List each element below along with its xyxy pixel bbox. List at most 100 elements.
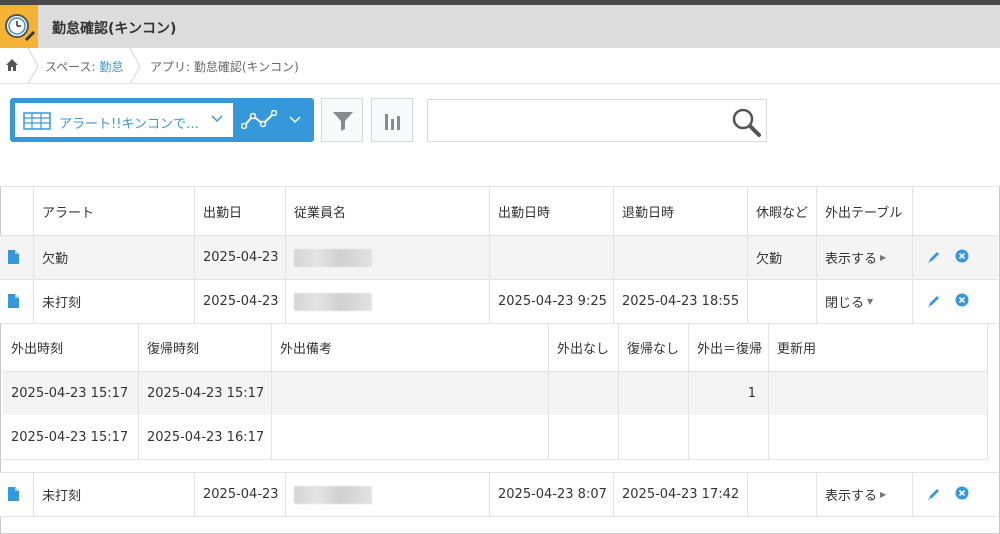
sub-cell-no-return xyxy=(618,372,688,415)
pencil-icon[interactable] xyxy=(927,487,941,501)
caret-down-icon: ▼ xyxy=(867,297,874,306)
breadcrumb: スペース: 勤怠 アプリ: 勤怠確認(キンコン) xyxy=(0,48,1000,84)
sub-cell-out-time: 2025-04-23 15:17 xyxy=(11,429,129,445)
outing-subtable: 外出時刻 復帰時刻 外出備考 外出なし 復帰なし 外出＝復帰 更新用 2025-… xyxy=(3,324,988,460)
home-icon[interactable] xyxy=(5,58,19,72)
cell-outing-toggle[interactable]: 表示する ▶ xyxy=(816,236,912,279)
cell-outing-toggle[interactable]: 閉じる ▼ xyxy=(816,280,912,323)
cell-actions xyxy=(912,280,998,323)
divider xyxy=(3,459,988,460)
cell-clock-in: 2025-04-23 9:25 xyxy=(489,280,613,323)
record-detail-icon[interactable] xyxy=(8,487,19,501)
search-input[interactable] xyxy=(436,110,716,132)
column-header-clock-in[interactable]: 出勤日時 xyxy=(489,187,613,236)
sub-cell-same: 1 xyxy=(688,372,768,415)
cell-clock-out: 2025-04-23 18:55 xyxy=(613,280,747,323)
bar-chart-icon xyxy=(385,114,400,130)
breadcrumb-space-link[interactable]: 勤怠 xyxy=(99,60,123,74)
cell-clock-in: 2025-04-23 8:07 xyxy=(489,473,613,516)
cell-leave xyxy=(747,280,816,323)
column-header-outing-table[interactable]: 外出テーブル xyxy=(816,187,912,236)
sub-cell-out-time: 2025-04-23 15:17 xyxy=(11,386,129,401)
column-header-date[interactable]: 出勤日 xyxy=(194,187,285,236)
subtable-row: 2025-04-23 15:17 2025-04-23 15:17 1 xyxy=(3,372,988,415)
delete-icon[interactable] xyxy=(955,293,969,307)
view-selector-box[interactable]: アラート!!キンコンで… xyxy=(14,102,237,138)
cell-employee xyxy=(285,236,489,279)
show-outing-toggle[interactable]: 表示する ▶ xyxy=(825,485,886,504)
subtable-header-update: 更新用 xyxy=(768,324,988,371)
blurred-employee-name xyxy=(294,292,372,311)
sub-cell-no-out xyxy=(548,415,618,459)
table-view-icon xyxy=(23,112,51,130)
column-header-alert[interactable]: アラート xyxy=(33,187,194,236)
sub-cell-note xyxy=(271,415,548,459)
graph-button[interactable] xyxy=(371,98,413,142)
cell-clock-out: 2025-04-23 17:42 xyxy=(613,473,747,516)
blurred-employee-name xyxy=(294,485,372,504)
pencil-icon[interactable] xyxy=(927,250,941,264)
show-outing-toggle[interactable]: 表示する ▶ xyxy=(825,248,886,267)
delete-icon[interactable] xyxy=(955,486,969,500)
filter-button[interactable] xyxy=(321,98,363,142)
table-row[interactable]: 未打刻 2025-04-23 2025-04-23 8:07 2025-04-2… xyxy=(0,473,998,516)
record-detail-icon[interactable] xyxy=(8,250,19,264)
breadcrumb-space[interactable]: スペース: 勤怠 xyxy=(45,58,123,75)
sub-cell-no-return xyxy=(618,415,688,459)
column-header-clock-out[interactable]: 退勤日時 xyxy=(613,187,747,236)
breadcrumb-separator xyxy=(27,48,39,84)
breadcrumb-app[interactable]: アプリ: 勤怠確認(キンコン) xyxy=(150,58,299,75)
table-row[interactable]: 欠勤 2025-04-23 欠勤 表示する ▶ xyxy=(0,236,998,279)
toggle-label: 閉じる xyxy=(825,296,865,311)
caret-right-icon: ▶ xyxy=(880,253,887,262)
sub-cell-note xyxy=(271,372,548,415)
subtable-header-no-out: 外出なし xyxy=(548,324,618,371)
hide-outing-toggle[interactable]: 閉じる ▼ xyxy=(825,292,873,311)
breadcrumb-separator xyxy=(129,48,141,84)
graph-selector[interactable] xyxy=(233,98,314,142)
toggle-label: 表示する xyxy=(825,489,878,504)
caret-right-icon: ▶ xyxy=(880,490,887,499)
sub-cell-return-time: 2025-04-23 16:17 xyxy=(138,415,271,459)
sub-cell-update xyxy=(768,372,988,415)
cell-leave: 欠勤 xyxy=(747,236,816,279)
record-detail-icon[interactable] xyxy=(8,294,19,308)
sub-cell-update xyxy=(768,415,988,459)
subtable-header-same: 外出＝復帰 xyxy=(688,324,768,371)
sub-cell-no-out xyxy=(548,372,618,415)
pencil-icon[interactable] xyxy=(927,294,941,308)
blurred-employee-name xyxy=(294,248,372,267)
cell-date: 2025-04-23 xyxy=(194,473,285,516)
app-icon[interactable] xyxy=(0,5,38,48)
column-header-employee[interactable]: 従業員名 xyxy=(285,187,489,236)
clock-pencil-icon xyxy=(5,14,35,41)
cell-date: 2025-04-23 xyxy=(194,236,285,279)
divider xyxy=(0,516,998,517)
subtable-header-return-time: 復帰時刻 xyxy=(138,324,271,371)
table-header: アラート 出勤日 従業員名 出勤日時 退勤日時 休暇など 外出テーブル xyxy=(0,187,998,236)
cell-date: 2025-04-23 xyxy=(194,280,285,323)
sub-cell-same xyxy=(688,415,768,459)
sub-cell-return-time: 2025-04-23 15:17 xyxy=(138,372,271,415)
cell-actions xyxy=(912,473,998,516)
subtable-header-note: 外出備考 xyxy=(271,324,548,371)
line-chart-icon xyxy=(241,109,278,130)
chevron-down-icon xyxy=(211,115,223,123)
breadcrumb-space-prefix: スペース: xyxy=(45,60,100,74)
subtable-header-no-return: 復帰なし xyxy=(618,324,688,371)
column-header-leave[interactable]: 休暇など xyxy=(747,187,816,236)
search-icon[interactable] xyxy=(731,107,761,137)
search-box[interactable] xyxy=(427,99,767,142)
cell-clock-out xyxy=(613,236,747,279)
cell-actions xyxy=(912,236,998,279)
delete-icon[interactable] xyxy=(955,249,969,263)
cell-alert: 欠勤 xyxy=(33,236,194,279)
cell-alert: 未打刻 xyxy=(33,280,194,323)
cell-employee xyxy=(285,473,489,516)
cell-outing-toggle[interactable]: 表示する ▶ xyxy=(816,473,912,516)
view-selector[interactable]: アラート!!キンコンで… xyxy=(10,98,237,142)
subtable-header: 外出時刻 復帰時刻 外出備考 外出なし 復帰なし 外出＝復帰 更新用 xyxy=(3,324,988,371)
subtable-header-out-time: 外出時刻 xyxy=(11,342,64,357)
table-row[interactable]: 未打刻 2025-04-23 2025-04-23 9:25 2025-04-2… xyxy=(0,280,998,323)
cell-alert: 未打刻 xyxy=(33,473,194,516)
